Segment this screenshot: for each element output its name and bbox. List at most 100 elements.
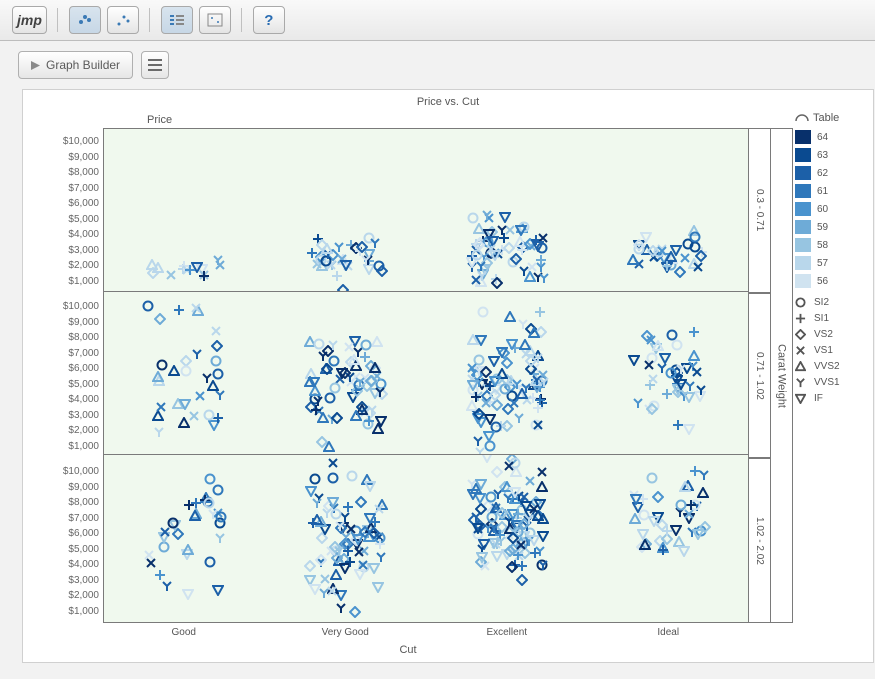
data-point[interactable] bbox=[364, 480, 376, 492]
data-point[interactable] bbox=[334, 520, 346, 532]
data-point[interactable] bbox=[656, 245, 668, 257]
data-point[interactable] bbox=[647, 373, 659, 385]
data-point[interactable] bbox=[537, 530, 549, 542]
data-point[interactable] bbox=[529, 547, 541, 559]
data-point[interactable] bbox=[323, 441, 335, 453]
legend-marker-row[interactable]: VS1 bbox=[795, 342, 867, 358]
data-point[interactable] bbox=[532, 510, 544, 522]
data-point[interactable] bbox=[359, 526, 371, 538]
data-point[interactable] bbox=[210, 355, 222, 367]
data-point[interactable] bbox=[476, 551, 488, 563]
data-point[interactable] bbox=[327, 472, 339, 484]
data-point[interactable] bbox=[212, 484, 224, 496]
data-point[interactable] bbox=[210, 325, 222, 337]
data-point[interactable] bbox=[161, 580, 173, 592]
data-point[interactable] bbox=[472, 522, 484, 534]
legend-swatch-row[interactable]: 58 bbox=[795, 236, 867, 254]
facet-panel[interactable] bbox=[104, 292, 748, 455]
legend-swatch-row[interactable]: 56 bbox=[795, 272, 867, 290]
data-point[interactable] bbox=[637, 528, 649, 540]
data-point[interactable] bbox=[348, 354, 360, 366]
data-point[interactable] bbox=[491, 466, 503, 478]
data-point[interactable] bbox=[350, 410, 362, 422]
data-point[interactable] bbox=[512, 508, 524, 520]
data-point[interactable] bbox=[372, 581, 384, 593]
data-point[interactable] bbox=[536, 481, 548, 493]
data-point[interactable] bbox=[154, 313, 166, 325]
data-point[interactable] bbox=[343, 341, 355, 353]
data-point[interactable] bbox=[305, 485, 317, 497]
data-point[interactable] bbox=[526, 261, 538, 273]
data-point[interactable] bbox=[354, 568, 366, 580]
data-point[interactable] bbox=[627, 254, 639, 266]
data-point[interactable] bbox=[666, 329, 678, 341]
data-point[interactable] bbox=[692, 528, 704, 540]
data-point[interactable] bbox=[335, 602, 347, 614]
data-point[interactable] bbox=[633, 239, 645, 251]
data-point[interactable] bbox=[536, 466, 548, 478]
data-point[interactable] bbox=[189, 510, 201, 522]
data-point[interactable] bbox=[524, 475, 536, 487]
data-point[interactable] bbox=[532, 240, 544, 252]
data-point[interactable] bbox=[473, 408, 485, 420]
data-point[interactable] bbox=[309, 473, 321, 485]
data-point[interactable] bbox=[503, 460, 515, 472]
legend-swatch-row[interactable]: 60 bbox=[795, 200, 867, 218]
legend-marker-row[interactable]: VVS2 bbox=[795, 358, 867, 374]
data-point[interactable] bbox=[313, 338, 325, 350]
data-point[interactable] bbox=[516, 574, 528, 586]
data-point[interactable] bbox=[173, 304, 185, 316]
data-point[interactable] bbox=[142, 300, 154, 312]
data-point[interactable] bbox=[327, 339, 339, 351]
data-point[interactable] bbox=[321, 243, 333, 255]
data-point[interactable] bbox=[683, 391, 695, 403]
data-point[interactable] bbox=[534, 394, 546, 406]
data-point[interactable] bbox=[683, 423, 695, 435]
facet-panel[interactable] bbox=[104, 129, 748, 292]
data-point[interactable] bbox=[327, 457, 339, 469]
data-point[interactable] bbox=[692, 261, 704, 273]
data-point[interactable] bbox=[470, 274, 482, 286]
jmp-home-button[interactable]: jmp bbox=[12, 6, 47, 34]
data-point[interactable] bbox=[184, 264, 196, 276]
data-point[interactable] bbox=[203, 409, 215, 421]
data-point[interactable] bbox=[630, 493, 642, 505]
data-point[interactable] bbox=[534, 306, 546, 318]
legend-swatch-row[interactable]: 64 bbox=[795, 128, 867, 146]
data-point[interactable] bbox=[321, 507, 333, 519]
plot-area[interactable] bbox=[103, 128, 749, 623]
data-point[interactable] bbox=[355, 496, 367, 508]
data-point[interactable] bbox=[373, 503, 385, 515]
legend-marker-row[interactable]: VS2 bbox=[795, 326, 867, 342]
data-point[interactable] bbox=[504, 311, 516, 323]
data-point[interactable] bbox=[661, 260, 673, 272]
data-point[interactable] bbox=[360, 254, 372, 266]
data-point[interactable] bbox=[304, 376, 316, 388]
data-point[interactable] bbox=[471, 249, 483, 261]
legend-toggle-button[interactable] bbox=[161, 6, 193, 34]
data-point[interactable] bbox=[689, 465, 701, 477]
points-sparse-button[interactable] bbox=[107, 6, 139, 34]
data-point[interactable] bbox=[670, 524, 682, 536]
legend-swatch-row[interactable]: 62 bbox=[795, 164, 867, 182]
help-button[interactable]: ? bbox=[253, 6, 285, 34]
data-point[interactable] bbox=[675, 363, 687, 375]
data-point[interactable] bbox=[156, 359, 168, 371]
data-point[interactable] bbox=[143, 549, 155, 561]
legend-marker-row[interactable]: SI1 bbox=[795, 310, 867, 326]
data-point[interactable] bbox=[499, 211, 511, 223]
data-point[interactable] bbox=[639, 539, 651, 551]
data-point[interactable] bbox=[645, 334, 657, 346]
data-point[interactable] bbox=[485, 243, 497, 255]
data-point[interactable] bbox=[481, 455, 493, 463]
data-point[interactable] bbox=[340, 259, 352, 271]
data-point[interactable] bbox=[646, 403, 658, 415]
data-point[interactable] bbox=[153, 426, 165, 438]
data-point[interactable] bbox=[480, 397, 492, 409]
data-point[interactable] bbox=[147, 267, 159, 279]
data-point[interactable] bbox=[309, 583, 321, 595]
data-point[interactable] bbox=[194, 390, 206, 402]
legend-swatch-row[interactable]: 61 bbox=[795, 182, 867, 200]
legend-marker-row[interactable]: SI2 bbox=[795, 294, 867, 310]
graph-builder-reveal[interactable]: Graph Builder bbox=[18, 51, 133, 79]
